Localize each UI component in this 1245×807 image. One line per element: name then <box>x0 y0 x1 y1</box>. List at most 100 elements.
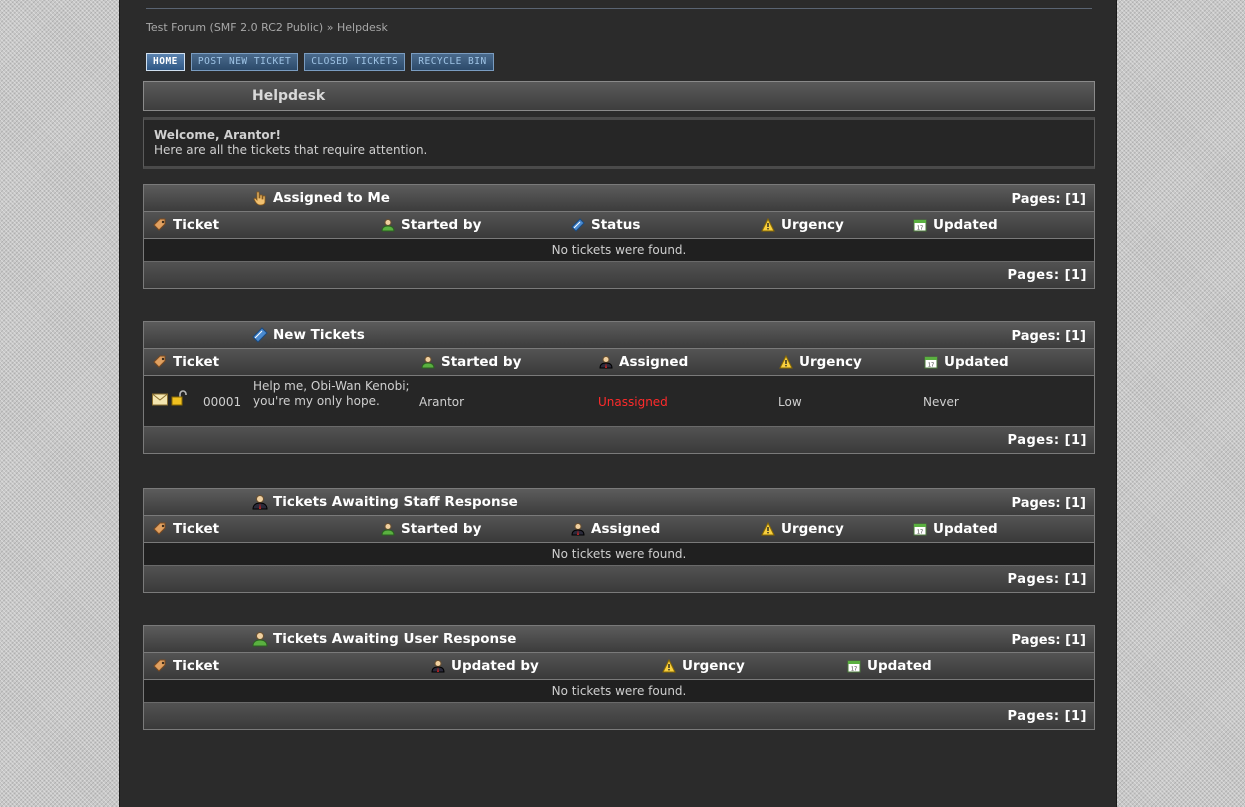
col-updated-label: Updated <box>933 521 998 537</box>
section-header: Assigned to Me Pages: [1] <box>144 185 1094 212</box>
col-ticket-label: Ticket <box>173 354 220 370</box>
empty-message: No tickets were found. <box>144 239 1094 262</box>
col-updated-label: Updated <box>867 658 932 674</box>
tag-icon <box>153 218 167 232</box>
col-updated-by[interactable]: Updated by <box>431 658 539 674</box>
svg-text:17: 17 <box>917 530 923 536</box>
section-footer: Pages: [1] <box>144 566 1094 592</box>
svg-text:17: 17 <box>917 226 923 232</box>
col-updated[interactable]: 17 Updated <box>913 521 998 537</box>
column-headers: Ticket Started by Status Urgency 17 Upda… <box>144 212 1094 239</box>
breadcrumb-separator: » <box>326 21 334 34</box>
col-updated[interactable]: 17 Updated <box>924 354 1009 370</box>
calendar-icon: 17 <box>847 659 861 673</box>
section-footer: Pages: [1] <box>144 703 1094 729</box>
col-started-by[interactable]: Started by <box>421 354 521 370</box>
column-headers: Ticket Updated by Urgency 17 Updated <box>144 653 1094 680</box>
col-status-label: Status <box>591 217 641 233</box>
section-assigned-to-me: Assigned to Me Pages: [1] Ticket Started… <box>143 184 1095 289</box>
calendar-icon: 17 <box>913 522 927 536</box>
section-title-text: New Tickets <box>273 327 365 343</box>
col-urgency-label: Urgency <box>682 658 745 674</box>
helpdesk-title-bar: Helpdesk <box>143 81 1095 111</box>
tag-icon <box>153 355 167 369</box>
top-divider <box>146 8 1092 9</box>
col-ticket[interactable]: Ticket <box>153 354 219 370</box>
pagination[interactable]: Pages: [1] <box>1012 192 1086 207</box>
page-title: Helpdesk <box>252 88 326 104</box>
pagination[interactable]: Pages: [1] <box>1012 633 1086 648</box>
warning-icon <box>779 355 793 369</box>
staff-icon <box>571 522 585 536</box>
breadcrumb-forum-link[interactable]: Test Forum (SMF 2.0 RC2 Public) <box>146 21 323 34</box>
pagination[interactable]: Pages: [1] <box>1012 329 1086 344</box>
ticket-started-by[interactable]: Arantor <box>419 395 464 409</box>
col-updated[interactable]: 17 Updated <box>913 217 998 233</box>
table-row[interactable]: 00001 Help me, Obi-Wan Kenobi; you're my… <box>144 376 1094 427</box>
col-urgency-label: Urgency <box>781 521 844 537</box>
col-assigned[interactable]: Assigned <box>599 354 688 370</box>
column-headers: Ticket Started by Assigned Urgency 17 Up… <box>144 349 1094 376</box>
col-urgency-label: Urgency <box>781 217 844 233</box>
section-awaiting-staff: Tickets Awaiting Staff Response Pages: [… <box>143 488 1095 593</box>
unlocked-padlock-icon[interactable] <box>171 390 187 406</box>
warning-icon <box>761 218 775 232</box>
section-title: New Tickets <box>252 327 365 343</box>
ticket-subject-link[interactable]: Help me, Obi-Wan Kenobi; you're my only … <box>253 379 413 409</box>
col-ticket[interactable]: Ticket <box>153 521 219 537</box>
pagination[interactable]: Pages: [1] <box>1008 268 1087 283</box>
section-title: Tickets Awaiting Staff Response <box>252 494 518 510</box>
calendar-icon: 17 <box>913 218 927 232</box>
staff-icon <box>252 494 268 510</box>
ticket-assigned: Unassigned <box>598 395 668 409</box>
section-title-text: Tickets Awaiting User Response <box>273 631 517 647</box>
user-icon <box>381 218 395 232</box>
col-updated[interactable]: 17 Updated <box>847 658 932 674</box>
user-icon <box>421 355 435 369</box>
col-ticket-label: Ticket <box>173 217 220 233</box>
col-urgency[interactable]: Urgency <box>761 521 844 537</box>
user-icon <box>252 631 268 647</box>
tag-icon <box>153 659 167 673</box>
tab-post-new-ticket[interactable]: POST NEW TICKET <box>190 53 299 71</box>
pagination[interactable]: Pages: [1] <box>1012 496 1086 511</box>
tab-recycle-bin[interactable]: RECYCLE BIN <box>411 53 494 71</box>
col-updated-label: Updated <box>933 217 998 233</box>
col-urgency-label: Urgency <box>799 354 862 370</box>
envelope-icon <box>152 392 168 406</box>
section-title-text: Assigned to Me <box>273 190 390 206</box>
tab-closed-tickets[interactable]: CLOSED TICKETS <box>304 53 406 71</box>
column-headers: Ticket Started by Assigned Urgency 17 Up… <box>144 516 1094 543</box>
ticket-urgency: Low <box>778 395 802 409</box>
col-ticket[interactable]: Ticket <box>153 217 219 233</box>
col-urgency[interactable]: Urgency <box>662 658 745 674</box>
staff-icon <box>599 355 613 369</box>
col-urgency[interactable]: Urgency <box>779 354 862 370</box>
section-awaiting-user: Tickets Awaiting User Response Pages: [1… <box>143 625 1095 730</box>
col-urgency[interactable]: Urgency <box>761 217 844 233</box>
col-updated-by-label: Updated by <box>451 658 539 674</box>
col-started-by[interactable]: Started by <box>381 521 481 537</box>
pagination[interactable]: Pages: [1] <box>1008 433 1087 448</box>
section-new-tickets: New Tickets Pages: [1] Ticket Started by… <box>143 321 1095 454</box>
col-assigned-label: Assigned <box>619 354 689 370</box>
tab-home[interactable]: HOME <box>146 53 185 71</box>
empty-message: No tickets were found. <box>144 680 1094 703</box>
col-ticket[interactable]: Ticket <box>153 658 219 674</box>
breadcrumb-helpdesk-link[interactable]: Helpdesk <box>337 21 388 34</box>
empty-message: No tickets were found. <box>144 543 1094 566</box>
pagination[interactable]: Pages: [1] <box>1008 572 1087 587</box>
col-updated-label: Updated <box>944 354 1009 370</box>
ticket-id: 00001 <box>203 395 242 409</box>
col-started-by[interactable]: Started by <box>381 217 481 233</box>
warning-icon <box>662 659 676 673</box>
section-footer: Pages: [1] <box>144 427 1094 453</box>
warning-icon <box>761 522 775 536</box>
pointing-hand-icon <box>252 190 268 206</box>
tag-icon <box>153 522 167 536</box>
col-status[interactable]: Status <box>571 217 640 233</box>
col-assigned[interactable]: Assigned <box>571 521 660 537</box>
page-container: Test Forum (SMF 2.0 RC2 Public) » Helpde… <box>119 0 1117 807</box>
pagination[interactable]: Pages: [1] <box>1008 709 1087 724</box>
section-header: Tickets Awaiting User Response Pages: [1… <box>144 626 1094 653</box>
